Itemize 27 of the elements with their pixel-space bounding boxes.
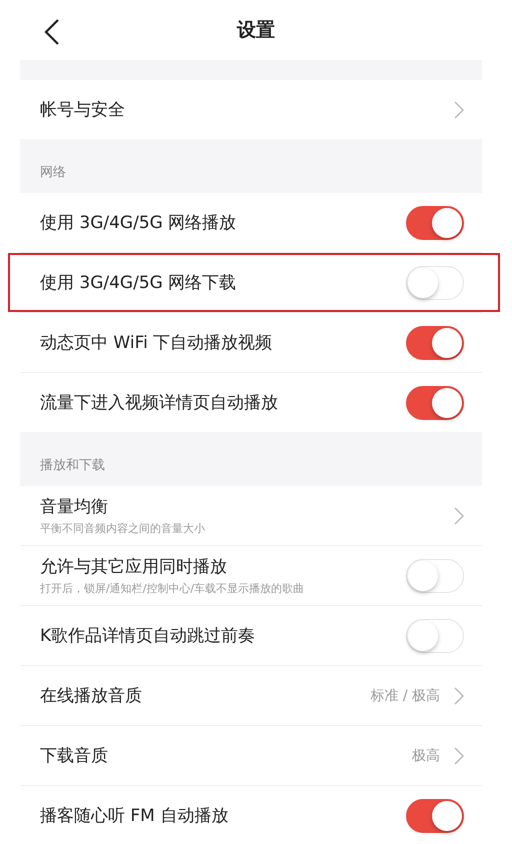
- setting-label: 使用 3G/4G/5G 网络播放: [40, 212, 238, 234]
- page-title: 设置: [237, 18, 275, 43]
- setting-description: 打开后，锁屏/通知栏/控制中心/车载不显示播放的歌曲: [40, 581, 306, 596]
- setting-label: 音量均衡: [40, 496, 109, 518]
- setting-value: 极高: [412, 746, 440, 764]
- setting-description: 平衡不同音频内容之间的音量大小: [40, 521, 206, 536]
- setting-label: 下载音质: [40, 745, 109, 767]
- chevron-right-icon[interactable]: [454, 506, 464, 524]
- toggle-switch[interactable]: [406, 326, 464, 360]
- setting-label: K歌作品详情页自动跳过前奏: [40, 625, 256, 647]
- chevron-right-icon[interactable]: [454, 686, 464, 704]
- setting-label: 帐号与安全: [40, 99, 126, 121]
- setting-label: 流量下进入视频详情页自动播放: [40, 392, 279, 414]
- setting-label: 播客随心听 FM 自动播放: [40, 805, 230, 827]
- setting-label: 使用 3G/4G/5G 网络下载: [40, 272, 238, 294]
- section-header: 播放和下载: [39, 457, 106, 475]
- section-header: 网络: [39, 164, 67, 182]
- toggle-switch[interactable]: [406, 206, 464, 240]
- toggle-switch[interactable]: [406, 798, 464, 832]
- back-icon[interactable]: [44, 18, 60, 46]
- toggle-switch[interactable]: [406, 386, 464, 420]
- chevron-right-icon[interactable]: [454, 746, 464, 764]
- setting-label: 动态页中 WiFi 下自动播放视频: [40, 332, 274, 354]
- chevron-right-icon[interactable]: [454, 100, 464, 118]
- setting-value: 标准 / 极高: [370, 686, 440, 704]
- setting-label: 在线播放音质: [40, 685, 143, 707]
- setting-label: 允许与其它应用同时播放: [40, 556, 228, 578]
